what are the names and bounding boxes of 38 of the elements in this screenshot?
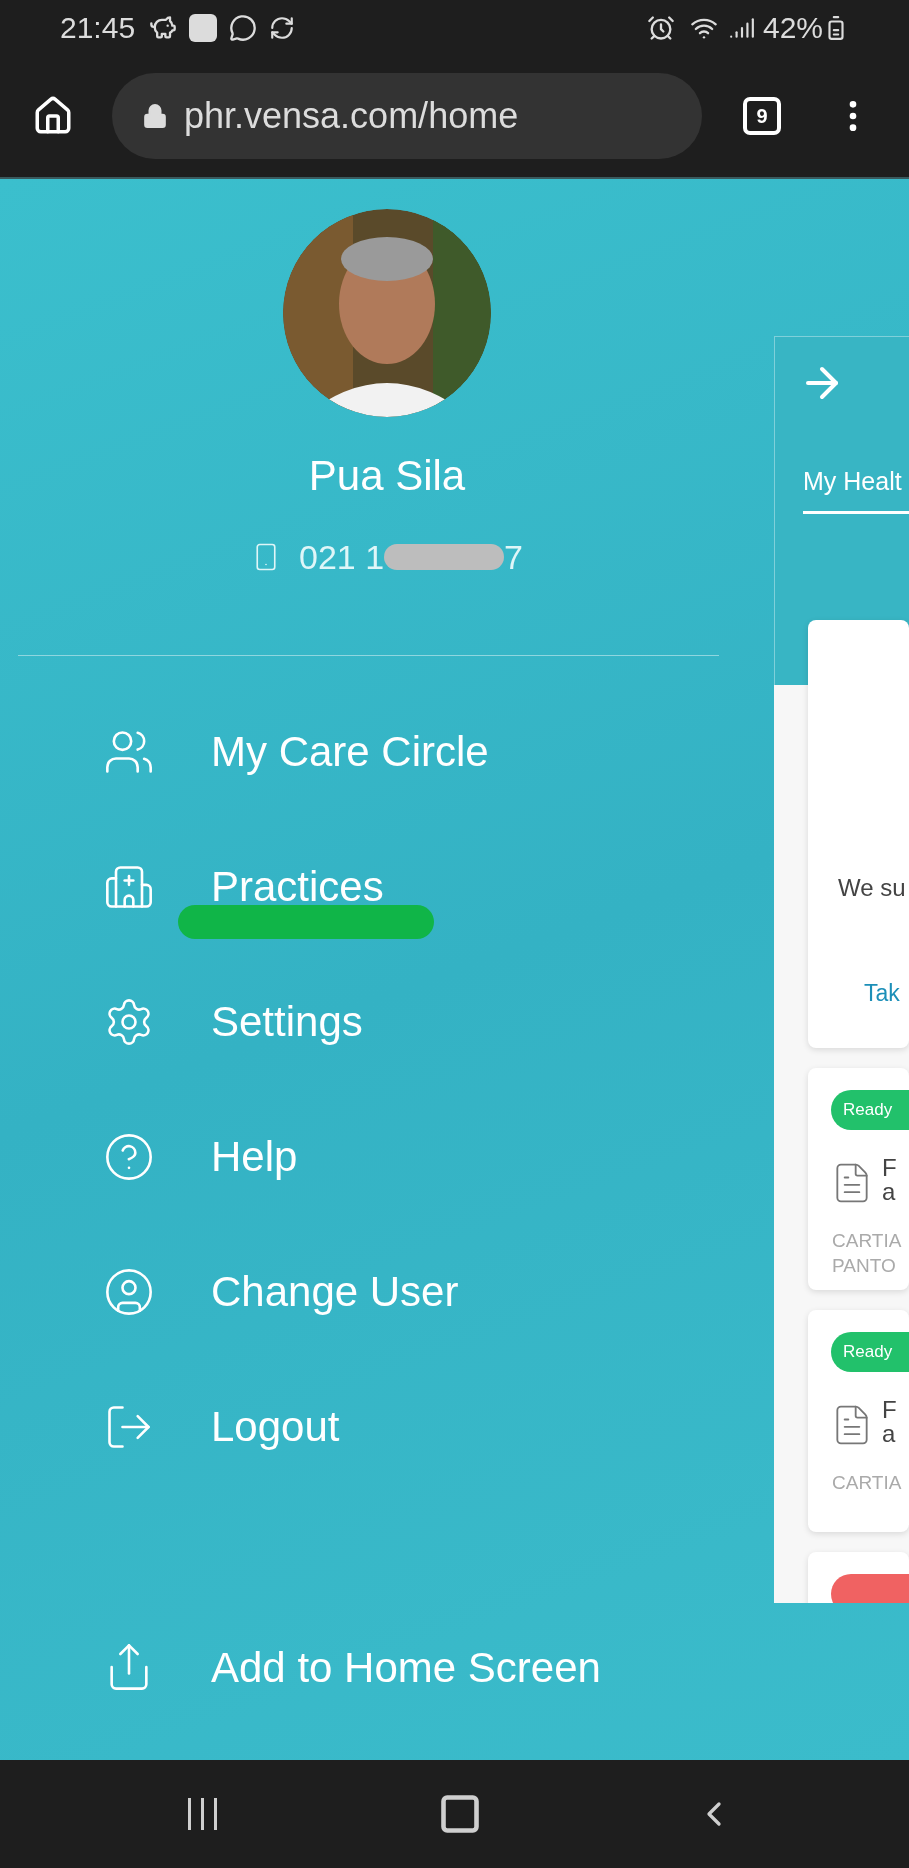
result-title: F bbox=[882, 1156, 897, 1180]
result-title: a bbox=[882, 1180, 897, 1204]
add-to-home-screen[interactable]: Add to Home Screen bbox=[211, 1635, 601, 1699]
menu-item[interactable]: Help bbox=[211, 1125, 298, 1188]
phone-number: 021 1 bbox=[299, 536, 385, 578]
result-title: a bbox=[882, 1422, 897, 1446]
card-link[interactable]: Tak bbox=[864, 976, 900, 1011]
result-title: F bbox=[882, 1398, 897, 1422]
status-label: Ready bbox=[843, 1099, 893, 1122]
lock-icon bbox=[142, 102, 168, 130]
menu-item[interactable]: Settings bbox=[211, 990, 363, 1053]
menu-item[interactable]: Logout bbox=[211, 1395, 340, 1458]
status-time: 21:45 bbox=[60, 10, 136, 46]
chat-icon bbox=[229, 13, 258, 42]
result-card[interactable]: Ready F a CARTIA PANTO bbox=[808, 1068, 909, 1290]
url-text: phr.vensa.com/home bbox=[184, 94, 519, 138]
menu-item[interactable]: Practices bbox=[211, 855, 384, 918]
result-detail: PANTO bbox=[832, 1254, 897, 1278]
result-detail: CARTIA bbox=[832, 1471, 903, 1495]
card-text: We su bbox=[838, 873, 906, 903]
home-icon[interactable] bbox=[32, 95, 74, 137]
menu-item[interactable]: Change User bbox=[211, 1260, 459, 1323]
result-detail: CARTIA bbox=[832, 1229, 903, 1253]
tab[interactable]: My Healt bbox=[803, 463, 909, 514]
app-icon bbox=[189, 13, 218, 42]
alarm-icon bbox=[646, 13, 675, 42]
recent-apps-icon[interactable] bbox=[186, 1798, 220, 1830]
tab-count[interactable]: 9 bbox=[743, 97, 781, 135]
status-label: Ready bbox=[843, 1341, 893, 1364]
piggy-bank-icon bbox=[149, 13, 178, 42]
menu-item[interactable]: My Care Circle bbox=[211, 720, 489, 783]
battery-percent: 42% bbox=[762, 10, 823, 46]
url-bar[interactable]: phr.vensa.com/home bbox=[112, 73, 702, 159]
profile-name: Pua Sila bbox=[308, 451, 466, 501]
refresh-icon bbox=[269, 14, 296, 41]
home-button-icon[interactable] bbox=[438, 1792, 482, 1836]
phone-number: 7 bbox=[504, 536, 523, 578]
result-card[interactable]: Ready F a CARTIA bbox=[808, 1310, 909, 1532]
